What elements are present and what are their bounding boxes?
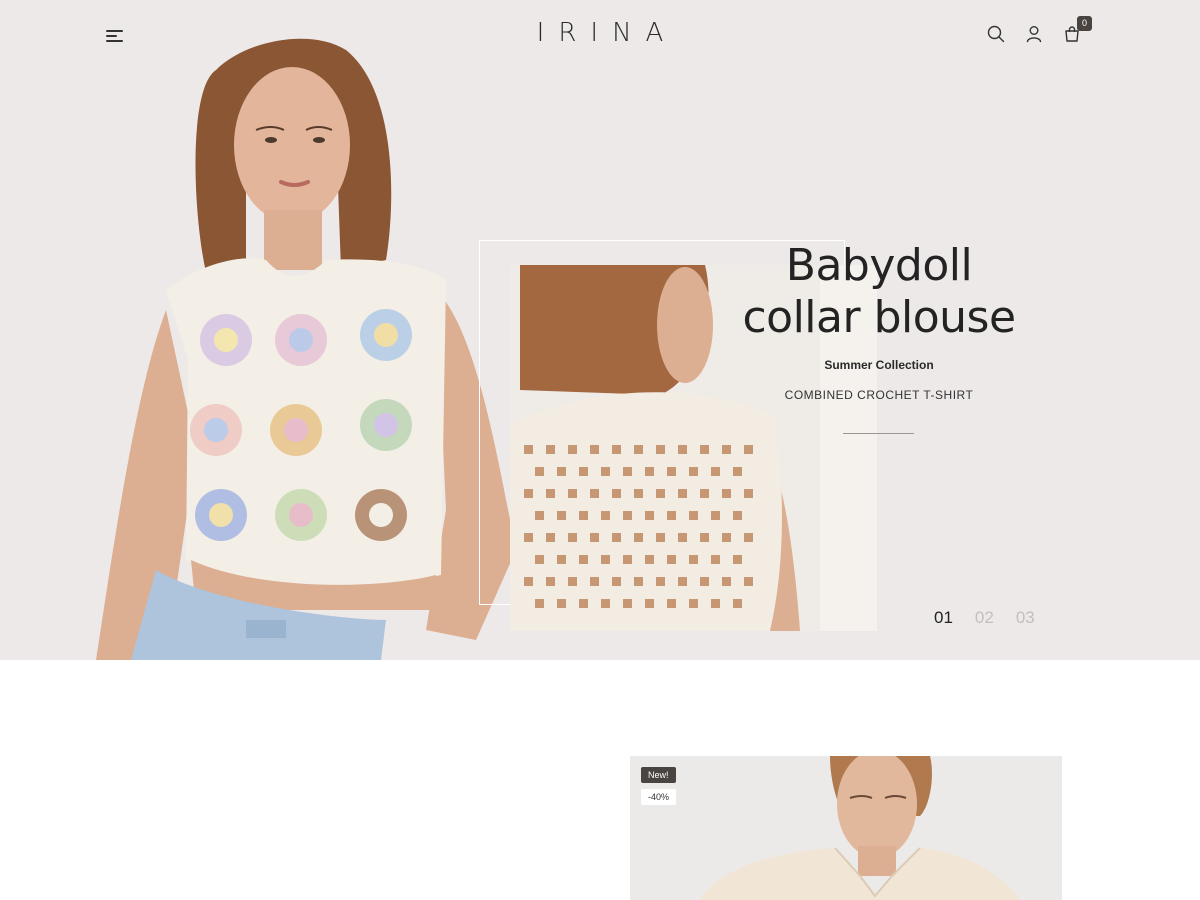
slide-02[interactable]: 02 (975, 608, 994, 628)
hero-subtitle: Summer Collection (824, 358, 934, 372)
hero-title-line-2: collar blouse (742, 292, 1016, 343)
hero-model-image (96, 30, 516, 660)
slide-03[interactable]: 03 (1016, 608, 1035, 628)
brand-logo[interactable]: IRINA (500, 18, 700, 48)
slide-pagination: 01 02 03 (934, 608, 1035, 628)
hero-title: Babydoll collar blouse (700, 240, 1058, 344)
slide-01[interactable]: 01 (934, 608, 953, 628)
hero-caption: COMBINED CROCHET T-SHIRT (784, 388, 974, 402)
hero-divider (843, 433, 914, 434)
user-icon[interactable] (1024, 24, 1044, 44)
new-badge: New! (641, 767, 676, 783)
discount-badge: -40% (641, 789, 677, 805)
hero-title-line-1: Babydoll (785, 240, 973, 291)
cart-count-badge: 0 (1077, 16, 1092, 31)
search-icon[interactable] (986, 24, 1006, 44)
hero-text-block: Babydoll collar blouse Summer Collection… (700, 240, 1058, 402)
product-card-image[interactable] (630, 756, 1062, 900)
